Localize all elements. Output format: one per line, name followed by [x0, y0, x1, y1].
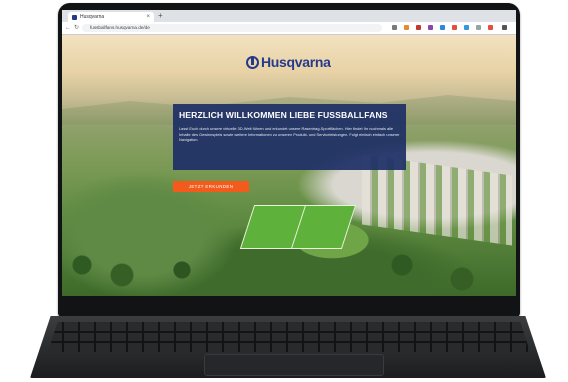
husqvarna-favicon-icon: [72, 15, 77, 20]
webpage: Husqvarna HERZLICH WILLKOMMEN LIEBE FUSS…: [62, 35, 516, 296]
address-bar-url: fussballfans.husqvarna.de/de: [90, 25, 150, 30]
laptop-trackpad: [204, 354, 384, 376]
extension-icon[interactable]: [392, 25, 397, 30]
extension-icon[interactable]: [416, 25, 421, 30]
browser-toolbar: ← ↻ fussballfans.husqvarna.de/de: [62, 22, 516, 35]
menu-icon[interactable]: [502, 25, 507, 30]
explore-now-button[interactable]: JETZT ERKUNDEN: [173, 181, 249, 192]
close-tab-icon[interactable]: ×: [146, 12, 150, 22]
brand-name: Husqvarna: [261, 54, 331, 70]
welcome-headline: HERZLICH WILLKOMMEN LIEBE FUSSBALLFANS: [179, 110, 388, 120]
browser-tab[interactable]: Husqvarna ×: [68, 12, 154, 22]
extension-icon[interactable]: [440, 25, 445, 30]
extension-icon[interactable]: [404, 25, 409, 30]
welcome-panel: HERZLICH WILLKOMMEN LIEBE FUSSBALLFANS L…: [173, 104, 406, 170]
husqvarna-logo[interactable]: Husqvarna: [246, 53, 331, 71]
extension-icon[interactable]: [452, 25, 457, 30]
laptop-screen: Husqvarna × + ← ↻ fussballfans.husqvarna…: [62, 10, 516, 296]
laptop-keyboard: [48, 322, 530, 352]
tab-title: Husqvarna: [80, 14, 105, 20]
welcome-intro: Lasst Euch durch unsere virtuelle 3D-Wel…: [179, 126, 400, 143]
address-bar[interactable]: fussballfans.husqvarna.de/de: [82, 24, 382, 32]
extension-icon[interactable]: [476, 25, 481, 30]
background-trees: [62, 235, 516, 296]
new-tab-button[interactable]: +: [158, 11, 163, 21]
extension-icon[interactable]: [428, 25, 433, 30]
husqvarna-crown-icon: [246, 55, 259, 69]
reload-icon[interactable]: ↻: [74, 23, 79, 33]
extension-icon[interactable]: [464, 25, 469, 30]
browser-tab-bar: Husqvarna × +: [62, 10, 516, 22]
back-icon[interactable]: ←: [65, 23, 71, 33]
extension-icon[interactable]: [488, 25, 493, 30]
